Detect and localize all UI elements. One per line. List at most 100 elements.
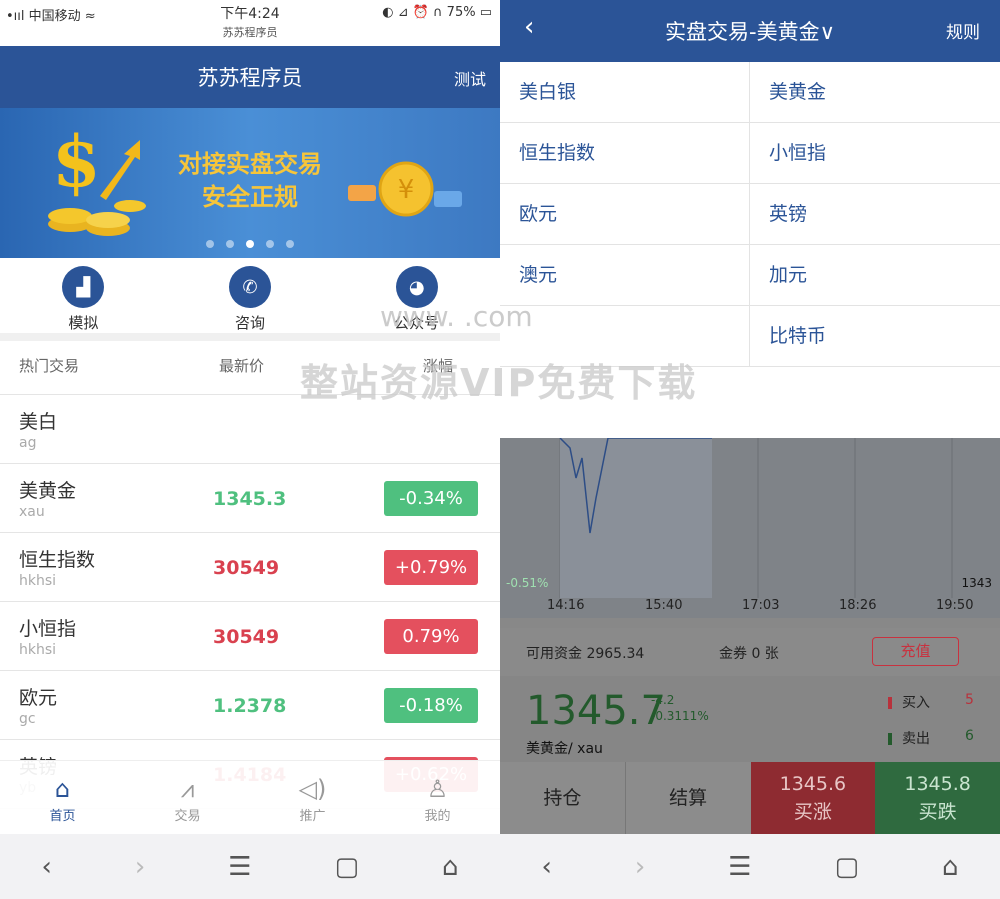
chart-time-axis: 14:16 15:40 17:03 18:26 19:50: [500, 598, 1000, 618]
row-code: gc: [19, 711, 36, 727]
home-icon: ⌂: [54, 775, 71, 803]
header-name: 热门交易: [19, 357, 80, 375]
tab-trade[interactable]: ⩘ 交易: [125, 761, 250, 834]
product-option[interactable]: 澳元: [500, 245, 750, 306]
status-time: 下午4:24: [220, 6, 280, 22]
tab-home[interactable]: ⌂ 首页: [0, 761, 125, 834]
row-price: 1345.3: [213, 488, 287, 510]
tab-label: 推广: [299, 809, 326, 824]
time-tick: 19:50: [936, 598, 974, 613]
quick-consult[interactable]: ✆ 咨询: [167, 258, 334, 333]
back-icon[interactable]: ‹: [41, 852, 51, 882]
available-funds: 可用资金 2965.34: [526, 646, 645, 662]
menu-icon[interactable]: ☰: [228, 852, 251, 882]
row-change-badge: 0.79%: [384, 619, 478, 654]
row-change-badge: +0.79%: [384, 550, 478, 585]
tab-label: 首页: [49, 809, 76, 824]
product-option[interactable]: 美黄金: [750, 62, 1000, 123]
battery-status: ◐ ⊿ ⏰ ∩ 75% ▭: [382, 5, 492, 20]
product-option[interactable]: 美白银: [500, 62, 750, 123]
buy-up-button[interactable]: 1345.6 买涨: [750, 762, 876, 834]
nav-bar: 苏苏程序员 测试: [0, 46, 500, 108]
product-option[interactable]: 小恒指: [750, 123, 1000, 184]
coupon-count: 金券 0 张: [719, 646, 779, 662]
tabs-icon[interactable]: ▢: [834, 852, 859, 882]
fund-bar: 可用资金 2965.34 金券 0 张 充值: [500, 628, 1000, 676]
time-tick: 15:40: [645, 598, 683, 613]
home-icon[interactable]: ⌂: [942, 852, 959, 882]
tab-label: 交易: [174, 809, 201, 824]
quick-label: 咨询: [235, 314, 266, 332]
buy-up-price: 1345.6: [779, 773, 847, 795]
buy-down-button[interactable]: 1345.8 买跌: [875, 762, 1000, 834]
buy-down-label: 买跌: [918, 801, 957, 823]
tab-label: 我的: [424, 809, 451, 824]
promo-banner[interactable]: $ 对接实盘交易 安全正规 ¥: [0, 108, 500, 258]
quick-simulate[interactable]: ▟ 模拟: [0, 258, 167, 333]
market-row[interactable]: 美黄金 xau 1345.3 -0.34%: [0, 464, 500, 533]
price-chart[interactable]: -0.51% 1343: [500, 438, 1000, 618]
time-tick: 14:16: [547, 598, 585, 613]
row-price: 1.2378: [213, 695, 287, 717]
sell-count-label: 卖出: [888, 728, 930, 748]
tab-bar: ⌂ 首页 ⩘ 交易 ◁) 推广 ♙ 我的: [0, 760, 500, 834]
chart-change-label: -0.51%: [506, 576, 549, 590]
menu-icon[interactable]: ☰: [728, 852, 751, 882]
row-name: 小恒指: [19, 618, 77, 640]
product-option[interactable]: 加元: [750, 245, 1000, 306]
market-row[interactable]: 小恒指 hkhsi 30549 0.79%: [0, 602, 500, 671]
rules-link[interactable]: 规则: [946, 18, 980, 43]
delta-value: -4.2: [651, 693, 675, 707]
quick-label: 模拟: [68, 314, 99, 332]
browser-toolbar: ‹ › ☰ ▢ ⌂: [0, 834, 500, 899]
market-row[interactable]: 欧元 gc 1.2378 -0.18%: [0, 671, 500, 740]
trade-icon: ⩘: [180, 775, 195, 803]
browser-toolbar-right: ‹ › ☰ ▢ ⌂: [500, 834, 1000, 899]
trade-nav-bar: ‹ 实盘交易-美黄金∨ 规则: [500, 0, 1000, 62]
product-option[interactable]: 英镑: [750, 184, 1000, 245]
delta-percent: -0.3111%: [651, 709, 709, 723]
home-icon[interactable]: ⌂: [442, 852, 459, 882]
page-title: 苏苏程序员: [197, 66, 303, 90]
time-tick: 18:26: [839, 598, 877, 613]
product-option[interactable]: 欧元: [500, 184, 750, 245]
chart-svg: [559, 438, 953, 598]
banner-pager[interactable]: [0, 233, 500, 252]
product-option[interactable]: 比特币: [750, 306, 1000, 367]
speaker-icon: ◁): [298, 775, 327, 803]
tab-promote[interactable]: ◁) 推广: [250, 761, 375, 834]
forward-icon[interactable]: ›: [635, 852, 645, 882]
left-screen: •ııl 中国移动 ≈ 下午4:24 苏苏程序员 ◐ ⊿ ⏰ ∩ 75% ▭ 苏…: [0, 0, 500, 899]
buy-up-label: 买涨: [793, 801, 832, 823]
trade-title[interactable]: 实盘交易-美黄金∨: [500, 16, 1000, 46]
test-link[interactable]: 测试: [454, 66, 486, 90]
chart-price-label: 1343: [961, 576, 992, 590]
row-name: 欧元: [19, 687, 58, 709]
settle-button[interactable]: 结算: [625, 762, 751, 834]
product-option[interactable]: 恒生指数: [500, 123, 750, 184]
time-tick: 17:03: [742, 598, 780, 613]
hold-button[interactable]: 持仓: [500, 762, 626, 834]
right-screen: ‹ 实盘交易-美黄金∨ 规则 美白银 美黄金 恒生指数 小恒指 欧元 英镑 澳元 加元 比特币 …: [500, 0, 1000, 899]
sell-count: 6: [965, 728, 974, 744]
tab-mine[interactable]: ♙ 我的: [375, 761, 500, 834]
status-subtitle: 苏苏程序员: [222, 26, 278, 39]
row-price: 30549: [213, 557, 280, 579]
market-row[interactable]: 恒生指数 hkhsi 30549 +0.79%: [0, 533, 500, 602]
action-bar: 持仓 结算 1345.6 买涨 1345.8 买跌: [500, 762, 1000, 834]
phone-icon: ✆: [229, 266, 271, 308]
price-delta: -4.2 -0.3111%: [651, 692, 709, 724]
watermark-url: www. .com: [380, 300, 533, 333]
row-code: hkhsi: [19, 573, 57, 589]
current-price: 1345.7: [526, 688, 666, 734]
chart-icon: ▟: [62, 266, 105, 308]
row-code: hkhsi: [19, 642, 57, 658]
recharge-button[interactable]: 充值: [872, 637, 959, 666]
row-code: ag: [19, 435, 37, 451]
forward-icon[interactable]: ›: [135, 852, 145, 882]
back-icon[interactable]: ‹: [541, 852, 551, 882]
tabs-icon[interactable]: ▢: [334, 852, 359, 882]
buy-count: 5: [965, 692, 974, 708]
user-icon: ♙: [426, 775, 449, 803]
dollar-icon: $: [52, 120, 101, 203]
